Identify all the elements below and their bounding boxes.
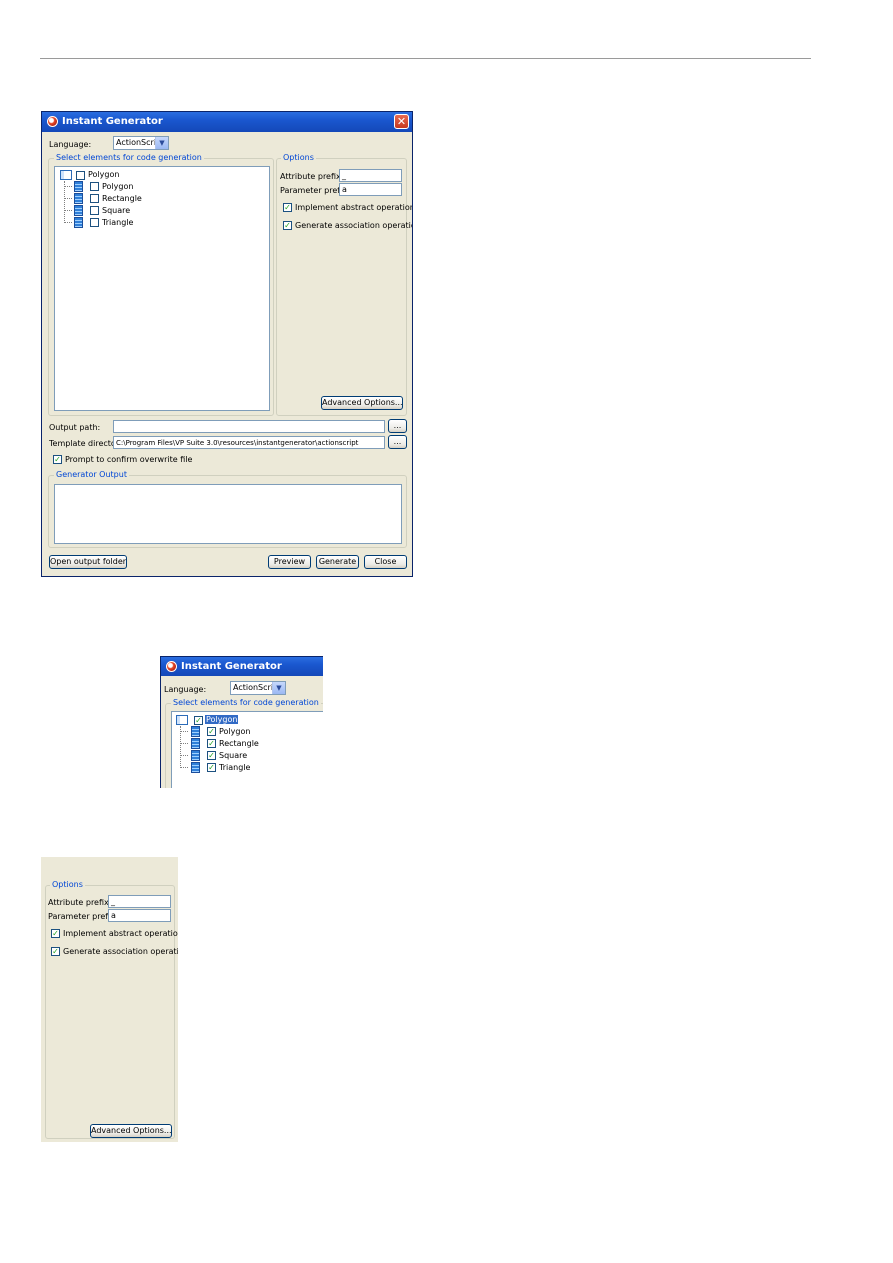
tree-crop: Instant Generator Language: ActionScript… [160, 656, 323, 788]
class-icon [74, 205, 83, 216]
crop-tree-child-label[interactable]: Square [219, 751, 247, 760]
tree-child-label[interactable]: Square [102, 206, 130, 215]
crop-options-group [45, 885, 175, 1139]
crop-generate-association-checkbox[interactable]: ✓ [51, 947, 60, 956]
implement-abstract-label[interactable]: Implement abstract operations [295, 203, 412, 212]
tree-guide [180, 767, 188, 768]
app-icon [47, 116, 58, 127]
tree-root-checkbox[interactable] [76, 171, 85, 180]
tree-guide [64, 186, 72, 187]
open-output-folder-button[interactable]: Open output folder [49, 555, 127, 569]
tree-guide [180, 755, 188, 756]
class-icon [191, 738, 200, 749]
crop-tree-child-label[interactable]: Rectangle [219, 739, 259, 748]
crop-tree-root-checkbox[interactable]: ✓ [194, 716, 203, 725]
close-button[interactable]: Close [364, 555, 407, 569]
template-directory-browse-button[interactable]: ... [388, 435, 407, 449]
tree-guide [180, 726, 181, 768]
tree-guide [180, 731, 188, 732]
crop-implement-abstract-label[interactable]: Implement abstract operations [63, 929, 178, 938]
class-icon [74, 181, 83, 192]
crop-tree-root-label[interactable]: Polygon [205, 715, 239, 724]
tree-root-label[interactable]: Polygon [88, 170, 119, 179]
crop-title-bar: Instant Generator [161, 657, 323, 676]
tree-child-checkbox[interactable] [90, 206, 99, 215]
tree-child-label[interactable]: Rectangle [102, 194, 142, 203]
element-tree[interactable]: Polygon Polygon Rectangle Square Triangl… [54, 166, 270, 411]
tree-guide [64, 198, 72, 199]
generate-association-label[interactable]: Generate association operations [295, 221, 412, 230]
class-icon [191, 726, 200, 737]
chevron-down-icon[interactable]: ▼ [155, 137, 168, 149]
class-icon [74, 217, 83, 228]
generator-output-area[interactable] [54, 484, 402, 544]
language-label: Language: [49, 140, 92, 149]
crop-attribute-prefix-label: Attribute prefix: [48, 898, 112, 907]
crop-window-title: Instant Generator [181, 661, 282, 672]
crop-language-label: Language: [164, 685, 207, 694]
tree-guide [64, 181, 65, 223]
prompt-confirm-label[interactable]: Prompt to confirm overwrite file [65, 455, 192, 464]
crop-language-select[interactable]: ActionScript ▼ [230, 681, 286, 695]
crop-element-tree[interactable]: ✓ Polygon ✓ Polygon ✓ Rectangle ✓ Square… [171, 711, 323, 788]
prompt-confirm-checkbox[interactable]: ✓ [53, 455, 62, 464]
tree-child-checkbox[interactable] [90, 194, 99, 203]
crop-advanced-options-button[interactable]: Advanced Options... [90, 1124, 172, 1138]
crop-tree-child-checkbox[interactable]: ✓ [207, 727, 216, 736]
crop-implement-abstract-checkbox[interactable]: ✓ [51, 929, 60, 938]
title-bar[interactable]: Instant Generator ✕ [42, 112, 412, 132]
output-path-input[interactable] [113, 420, 385, 433]
crop-tree-child-checkbox[interactable]: ✓ [207, 763, 216, 772]
package-icon [60, 170, 72, 180]
generate-button[interactable]: Generate [316, 555, 359, 569]
crop-tree-child-label[interactable]: Triangle [219, 763, 250, 772]
crop-parameter-prefix-input[interactable]: a [108, 909, 171, 922]
select-elements-title: Select elements for code generation [54, 153, 204, 162]
output-path-label: Output path: [49, 423, 101, 432]
options-group [276, 158, 407, 416]
package-icon [176, 715, 188, 725]
attribute-prefix-input[interactable]: _ [339, 169, 402, 182]
advanced-options-button[interactable]: Advanced Options... [321, 396, 403, 410]
generator-output-title: Generator Output [54, 470, 129, 479]
crop-options-title: Options [50, 880, 85, 889]
class-icon [191, 750, 200, 761]
tree-child-label[interactable]: Polygon [102, 182, 133, 191]
page-rule [40, 58, 811, 59]
options-title: Options [281, 153, 316, 162]
tree-child-label[interactable]: Triangle [102, 218, 133, 227]
window-title: Instant Generator [62, 116, 163, 127]
language-select[interactable]: ActionScript ▼ [113, 136, 169, 150]
tree-guide [64, 210, 72, 211]
preview-button[interactable]: Preview [268, 555, 311, 569]
tree-child-checkbox[interactable] [90, 182, 99, 191]
implement-abstract-checkbox[interactable]: ✓ [283, 203, 292, 212]
close-window-button[interactable]: ✕ [394, 114, 409, 129]
crop-attribute-prefix-input[interactable]: _ [108, 895, 171, 908]
template-directory-input[interactable]: C:\Program Files\VP Suite 3.0\resources\… [113, 436, 385, 449]
crop-tree-child-checkbox[interactable]: ✓ [207, 751, 216, 760]
app-icon [166, 661, 177, 672]
output-path-browse-button[interactable]: ... [388, 419, 407, 433]
crop-generate-association-label[interactable]: Generate association operations [63, 947, 178, 956]
generate-association-checkbox[interactable]: ✓ [283, 221, 292, 230]
crop-tree-child-label[interactable]: Polygon [219, 727, 250, 736]
chevron-down-icon[interactable]: ▼ [272, 682, 285, 694]
tree-guide [180, 743, 188, 744]
parameter-prefix-input[interactable]: a [339, 183, 402, 196]
instant-generator-window: Instant Generator ✕ Language: ActionScri… [41, 111, 413, 577]
attribute-prefix-label: Attribute prefix: [280, 172, 344, 181]
class-icon [191, 762, 200, 773]
tree-child-checkbox[interactable] [90, 218, 99, 227]
class-icon [74, 193, 83, 204]
options-crop: Options Attribute prefix: _ Parameter pr… [41, 857, 178, 1142]
crop-select-elements-title: Select elements for code generation [171, 698, 321, 707]
crop-tree-child-checkbox[interactable]: ✓ [207, 739, 216, 748]
tree-guide [64, 222, 72, 223]
